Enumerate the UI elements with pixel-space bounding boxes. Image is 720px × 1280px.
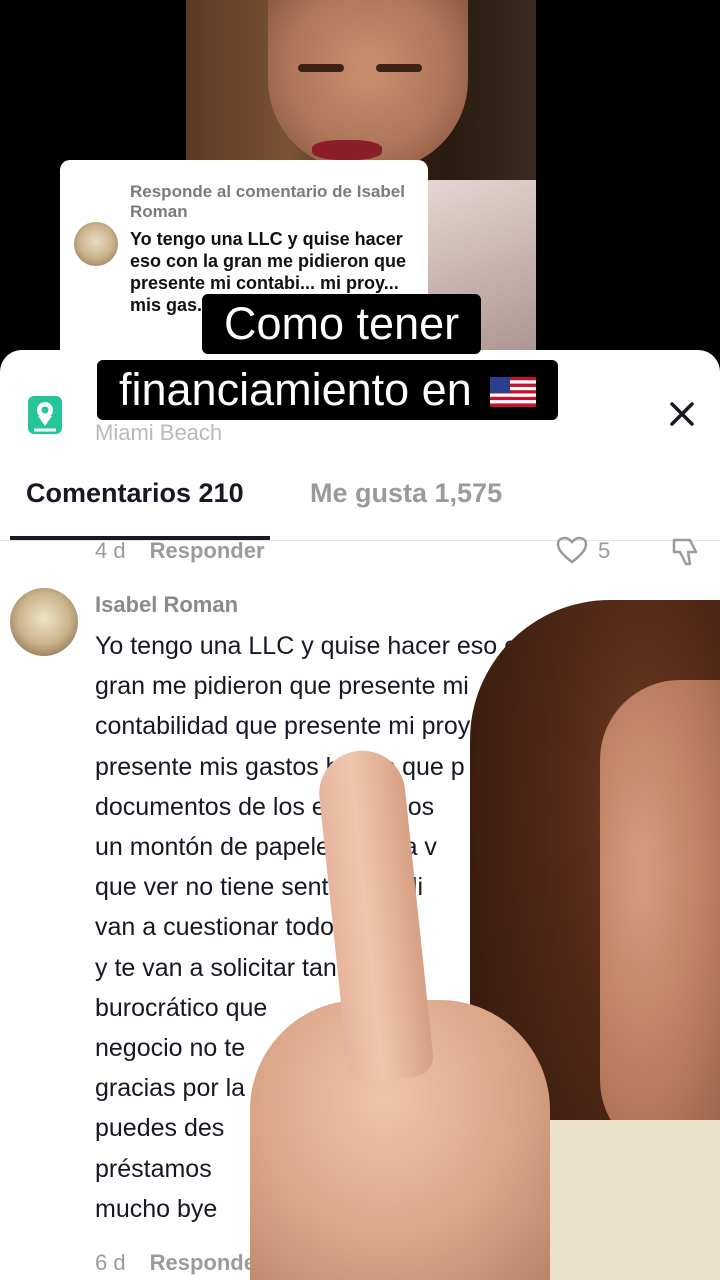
- reply-avatar: [74, 222, 118, 266]
- caption-line-2-text: financiamiento en: [119, 364, 472, 415]
- location-icon[interactable]: [26, 392, 66, 436]
- close-icon[interactable]: [664, 396, 700, 432]
- prev-like-count: 5: [598, 538, 611, 563]
- reply-header: Responde al comentario de Isabel Roman: [130, 182, 405, 221]
- tab-comments[interactable]: Comentarios 210: [26, 478, 244, 509]
- prev-reply-button[interactable]: Responder: [150, 538, 265, 563]
- comment-avatar[interactable]: [10, 588, 78, 656]
- comment-reply-button[interactable]: Responder: [150, 1250, 265, 1275]
- comment-text: Yo tengo una LLC y quise hacer eso con l…: [95, 632, 571, 1223]
- dislike-icon[interactable]: [670, 536, 704, 568]
- heart-icon[interactable]: [556, 536, 588, 564]
- comment-age: 6 d: [95, 1250, 126, 1275]
- comments-sheet: Miami Beach Comentarios 210 Me gusta 1,5…: [0, 350, 720, 1280]
- us-flag-icon: [490, 377, 537, 407]
- prev-comment-meta: 4 d Responder: [95, 538, 265, 564]
- location-text[interactable]: Miami Beach: [95, 420, 222, 446]
- video-person-eye-right: [376, 64, 422, 72]
- video-person-eye-left: [298, 64, 344, 72]
- video-person-mouth: [312, 140, 382, 160]
- prev-comment-age: 4 d: [95, 538, 126, 563]
- tab-likes[interactable]: Me gusta 1,575: [310, 478, 502, 509]
- caption-line-2: financiamiento en: [97, 360, 559, 420]
- comment-meta: 6 d Responder: [95, 1250, 265, 1276]
- comment-username[interactable]: Isabel Roman: [95, 592, 238, 618]
- caption-line-1: Como tener: [202, 294, 482, 354]
